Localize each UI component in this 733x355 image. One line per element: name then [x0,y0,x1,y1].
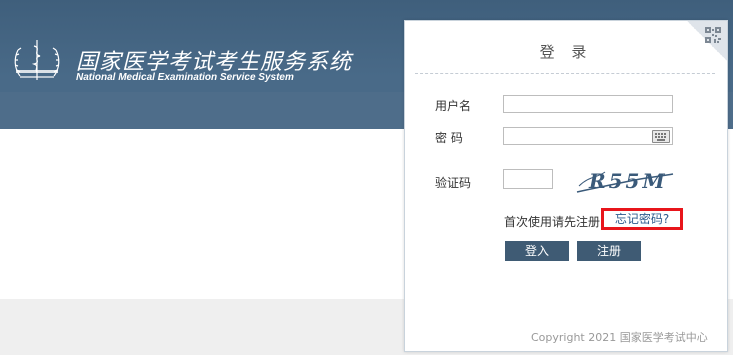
forgot-password-link[interactable]: 忘记密码? [601,208,683,230]
virtual-keyboard-icon[interactable] [652,130,670,143]
username-label: 用户名 [435,99,472,113]
register-button[interactable]: 注册 [577,241,641,261]
password-input[interactable] [503,127,673,145]
login-panel: 登 录 用户名 密 码 验证码 R55M 首次使用请先注册 忘记密码? 登入 注… [404,20,728,352]
captcha-input[interactable] [503,169,553,189]
username-input[interactable] [503,95,673,113]
login-button[interactable]: 登入 [505,241,569,261]
captcha-image[interactable]: R55M [575,166,675,196]
login-title: 登 录 [539,43,593,61]
first-use-register-hint: 首次使用请先注册 [504,215,601,229]
password-label: 密 码 [435,131,463,145]
site-subtitle: National Medical Examination Service Sys… [76,72,294,83]
copyright-text: Copyright 2021 国家医学考试中心 [531,331,708,344]
captcha-label: 验证码 [435,176,472,190]
medical-emblem-icon [14,40,60,80]
captcha-text: R55M [588,169,668,193]
title-divider [415,73,715,74]
